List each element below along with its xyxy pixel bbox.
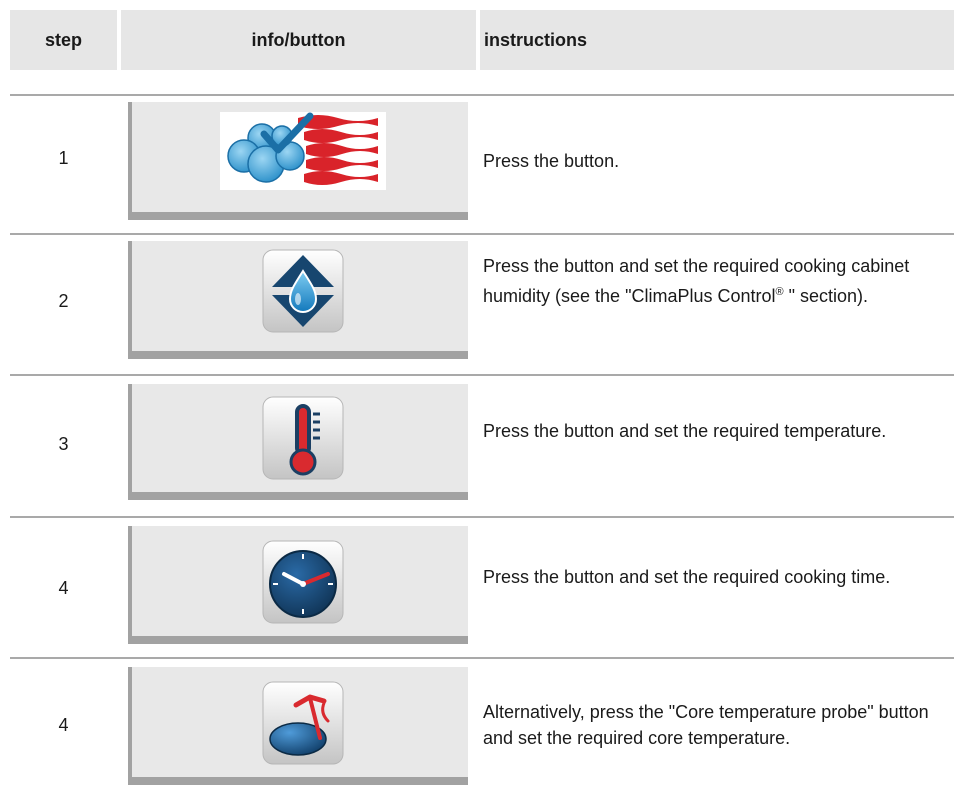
table-row: 4 Alternatively, press the "Core tempera… — [0, 659, 964, 799]
step-number: 4 — [58, 578, 69, 598]
table-row: 3 Press the button and set the required — [0, 376, 964, 500]
step-number: 3 — [58, 434, 69, 454]
button-panel — [128, 102, 468, 220]
core-temperature-probe-icon[interactable] — [262, 681, 344, 765]
column-header-step: step — [10, 10, 117, 70]
step-number: 1 — [58, 148, 69, 168]
humidity-icon[interactable] — [262, 249, 344, 333]
button-panel — [128, 526, 468, 644]
instruction-text-part: " section). — [783, 286, 869, 306]
instruction-text: Press the button and set the required te… — [483, 421, 887, 441]
button-panel — [128, 667, 468, 785]
registered-mark: ® — [775, 286, 784, 298]
thermometer-icon[interactable] — [262, 396, 344, 480]
table-row: 1 Press the button. — [0, 96, 964, 220]
instruction-text: Press the button. — [483, 151, 620, 171]
instruction-text: Press the button and set the required co… — [483, 253, 943, 309]
instruction-text: Press the button and set the required co… — [483, 567, 891, 587]
table-row: 4 Press the button and set the required … — [0, 518, 964, 644]
table-row: 2 Press the button and set the required … — [0, 235, 964, 359]
column-header-instructions: instructions — [480, 10, 954, 70]
instruction-text: Alternatively, press the "Core temperatu… — [483, 702, 929, 748]
step-number: 4 — [58, 715, 69, 735]
column-header-info-button: info/button — [121, 10, 476, 70]
button-panel — [128, 384, 468, 500]
button-panel — [128, 241, 468, 359]
steam-hot-air-combination-icon[interactable] — [220, 112, 386, 190]
clock-icon[interactable] — [262, 540, 344, 624]
step-number: 2 — [58, 291, 69, 311]
